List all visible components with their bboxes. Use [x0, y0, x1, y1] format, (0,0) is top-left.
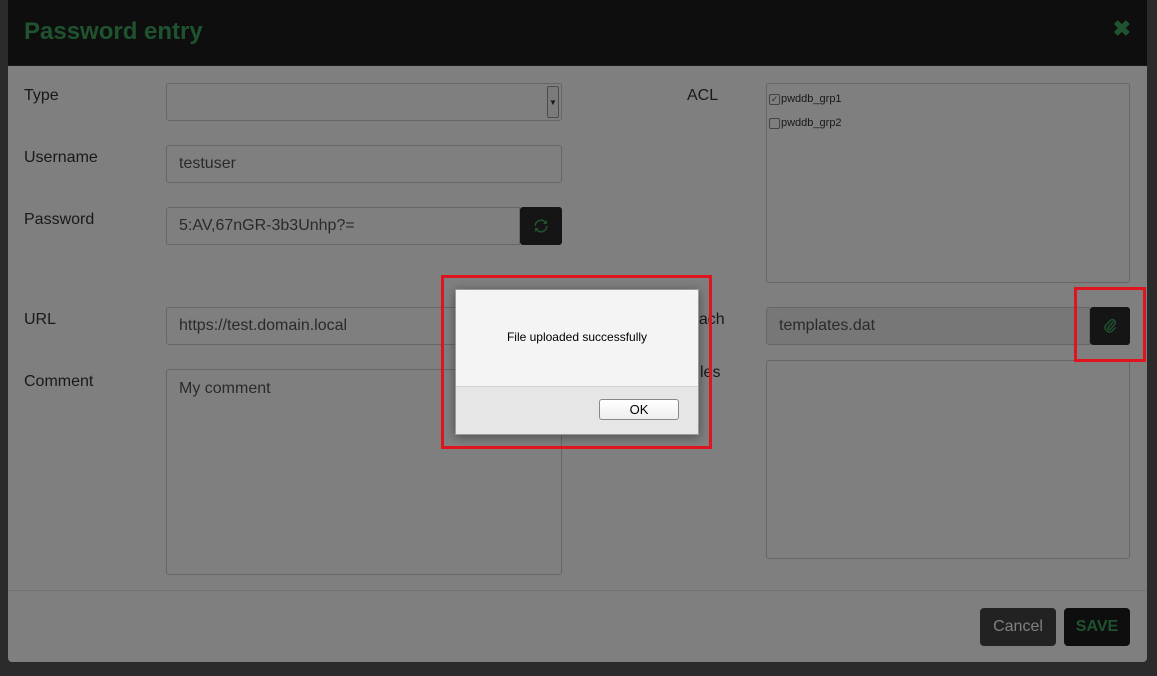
highlight-box-alert — [441, 275, 712, 449]
highlight-box-attach — [1074, 287, 1146, 362]
